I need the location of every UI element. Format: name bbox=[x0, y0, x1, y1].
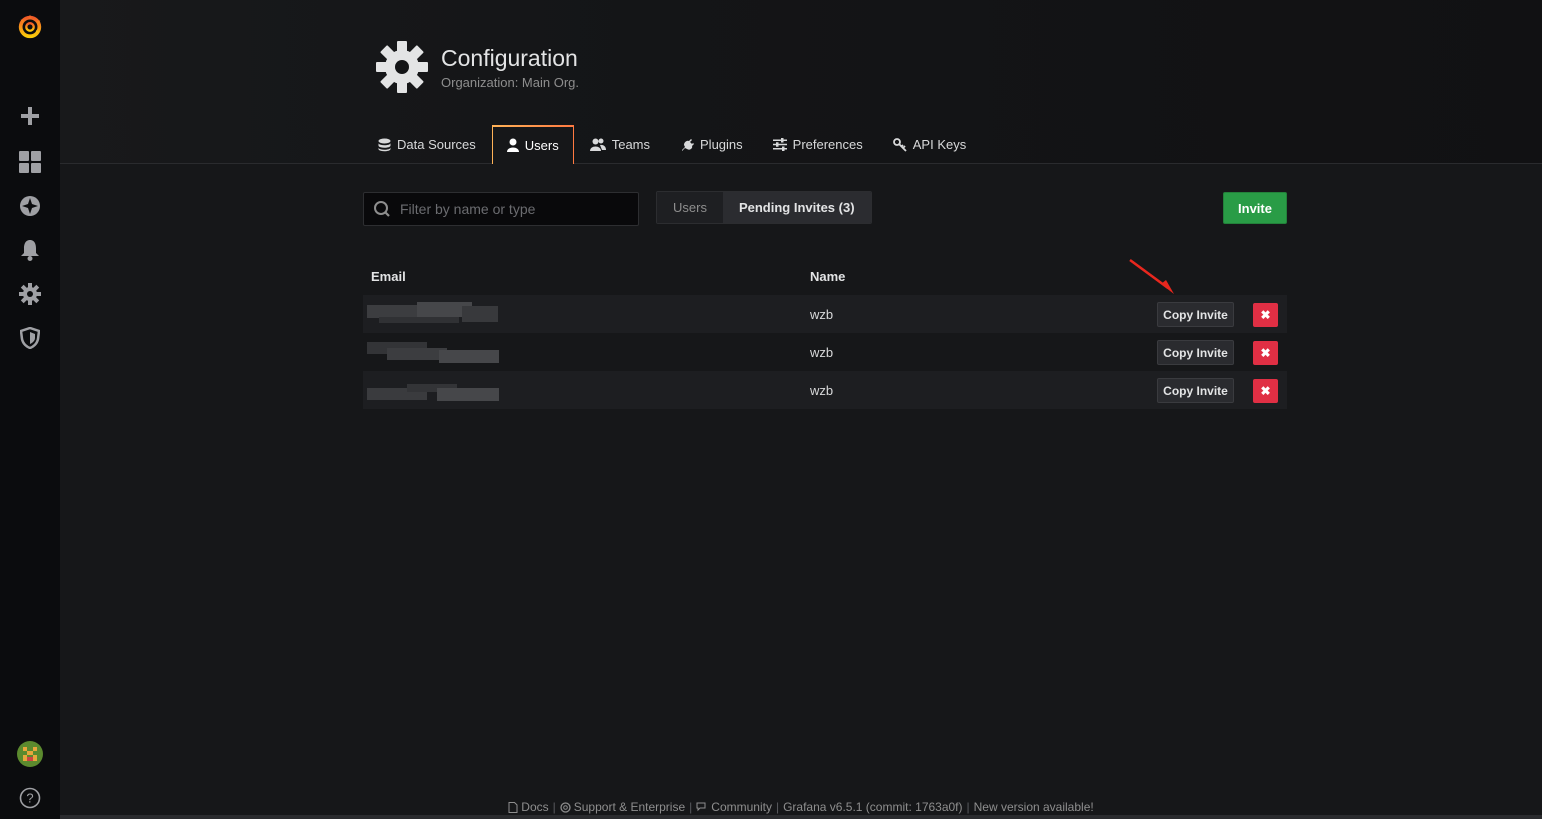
plug-icon bbox=[682, 138, 695, 151]
comments-icon bbox=[696, 802, 706, 812]
create-plus-icon[interactable] bbox=[16, 102, 44, 130]
delete-invite-button[interactable]: ✖ bbox=[1253, 379, 1278, 403]
tab-plugins[interactable]: Plugins bbox=[666, 125, 757, 164]
footer-separator: | bbox=[966, 800, 970, 814]
search-icon bbox=[374, 201, 390, 217]
document-icon bbox=[508, 801, 518, 813]
delete-invite-button[interactable]: ✖ bbox=[1253, 341, 1278, 365]
delete-invite-button[interactable]: ✖ bbox=[1253, 303, 1278, 327]
footer-separator: | bbox=[775, 800, 780, 814]
invite-name: wzb bbox=[810, 382, 834, 398]
tab-teams[interactable]: Teams bbox=[576, 125, 664, 164]
tab-label: Data Sources bbox=[397, 137, 476, 152]
tab-label: Plugins bbox=[700, 137, 743, 152]
user-icon bbox=[506, 138, 519, 152]
sidebar: ? bbox=[0, 0, 60, 819]
support-link-label: Support & Enterprise bbox=[573, 800, 686, 814]
copy-invite-button[interactable]: Copy Invite bbox=[1157, 302, 1234, 327]
page-title: Configuration bbox=[441, 45, 578, 71]
name-column-header: Name bbox=[810, 268, 846, 284]
docs-link[interactable]: Docs bbox=[508, 800, 549, 814]
copy-invite-button[interactable]: Copy Invite bbox=[1157, 378, 1234, 403]
sliders-icon bbox=[772, 138, 787, 151]
tab-api-keys[interactable]: API Keys bbox=[879, 125, 980, 164]
tab-label: Teams bbox=[611, 137, 651, 152]
configuration-gear-icon[interactable] bbox=[16, 280, 44, 308]
users-icon bbox=[589, 138, 606, 151]
footer-separator: | bbox=[552, 800, 556, 814]
table-row: wzb Copy Invite ✖ bbox=[363, 371, 1287, 409]
help-icon[interactable]: ? bbox=[16, 784, 44, 812]
users-view-toggle: Users Pending Invites (3) bbox=[656, 191, 872, 224]
copy-invite-button[interactable]: Copy Invite bbox=[1157, 340, 1234, 365]
community-link-label: Community bbox=[711, 800, 772, 814]
user-avatar[interactable] bbox=[16, 740, 44, 768]
invite-name: wzb bbox=[810, 306, 834, 322]
server-admin-shield-icon[interactable] bbox=[16, 324, 44, 352]
tab-data-sources[interactable]: Data Sources bbox=[364, 125, 490, 164]
page-header: Configuration Organization: Main Org. Da… bbox=[60, 0, 1542, 165]
explore-compass-icon[interactable] bbox=[16, 192, 44, 220]
support-icon bbox=[560, 801, 571, 813]
email-redacted bbox=[367, 302, 499, 326]
docs-link-label: Docs bbox=[521, 800, 549, 814]
dashboards-icon[interactable] bbox=[16, 148, 44, 176]
table-row: wzb Copy Invite ✖ bbox=[363, 333, 1287, 371]
community-link[interactable]: Community bbox=[696, 800, 772, 814]
config-tabs: Data Sources Users Teams Plugins Prefere… bbox=[364, 125, 982, 165]
tab-label: Preferences bbox=[792, 137, 863, 152]
tab-preferences[interactable]: Preferences bbox=[759, 125, 877, 164]
page-subtitle: Organization: Main Org. bbox=[441, 75, 580, 90]
table-row: wzb Copy Invite ✖ bbox=[363, 295, 1287, 333]
grafana-logo-icon[interactable] bbox=[16, 12, 44, 40]
alerting-bell-icon[interactable] bbox=[16, 236, 44, 264]
footer-separator: | bbox=[689, 800, 693, 814]
database-icon bbox=[378, 138, 391, 151]
configuration-gear-icon bbox=[376, 40, 428, 94]
horizontal-scrollbar[interactable] bbox=[60, 815, 1542, 819]
support-link[interactable]: Support & Enterprise bbox=[560, 800, 685, 814]
tab-users[interactable]: Users bbox=[491, 125, 574, 165]
search-input[interactable] bbox=[400, 201, 630, 217]
main-content: Configuration Organization: Main Org. Da… bbox=[60, 0, 1542, 819]
search-box bbox=[363, 192, 639, 226]
annotation-arrow-icon bbox=[1129, 258, 1174, 294]
users-toggle-button[interactable]: Users bbox=[657, 192, 723, 223]
email-redacted bbox=[367, 378, 499, 402]
tab-label: Users bbox=[524, 137, 559, 153]
version-text: Grafana v6.5.1 (commit: 1763a0f) bbox=[783, 800, 963, 814]
pending-invites-toggle-button[interactable]: Pending Invites (3) bbox=[722, 192, 871, 223]
email-redacted bbox=[367, 340, 499, 364]
key-icon bbox=[892, 137, 907, 152]
new-version-link[interactable]: New version available! bbox=[974, 800, 1094, 814]
footer: Docs | Support & Enterprise | Community … bbox=[60, 800, 1542, 814]
tab-label: API Keys bbox=[912, 137, 967, 152]
email-column-header: Email bbox=[371, 268, 406, 284]
invite-button[interactable]: Invite bbox=[1223, 192, 1287, 224]
invite-name: wzb bbox=[810, 344, 834, 360]
svg-text:?: ? bbox=[26, 791, 33, 806]
